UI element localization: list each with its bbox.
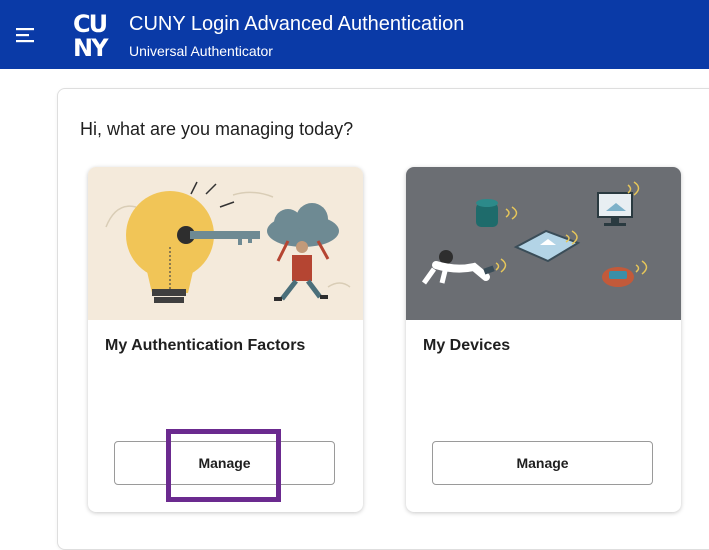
card-devices: My Devices Manage (406, 167, 681, 512)
lightbulb-key-illustration (88, 167, 363, 320)
app-subtitle: Universal Authenticator (129, 43, 273, 59)
top-bar: CU NY CUNY Login Advanced Authentication… (0, 0, 709, 69)
manage-authentication-factors-button[interactable]: Manage (114, 441, 335, 485)
menu-icon (16, 27, 34, 42)
devices-illustration (406, 167, 681, 320)
hamburger-menu-button[interactable] (0, 0, 50, 69)
card-title: My Authentication Factors (105, 337, 306, 354)
svg-text:NY: NY (73, 34, 109, 58)
page-greeting: Hi, what are you managing today? (80, 119, 354, 139)
cuny-logo: CU NY (73, 10, 111, 58)
card-authentication-factors: My Authentication Factors Manage (88, 167, 363, 512)
manage-devices-button[interactable]: Manage (432, 441, 653, 485)
card-title: My Devices (423, 337, 511, 354)
app-header: CU NY CUNY Login Advanced Authentication… (0, 0, 709, 69)
app-title: CUNY Login Advanced Authentication (129, 13, 465, 35)
